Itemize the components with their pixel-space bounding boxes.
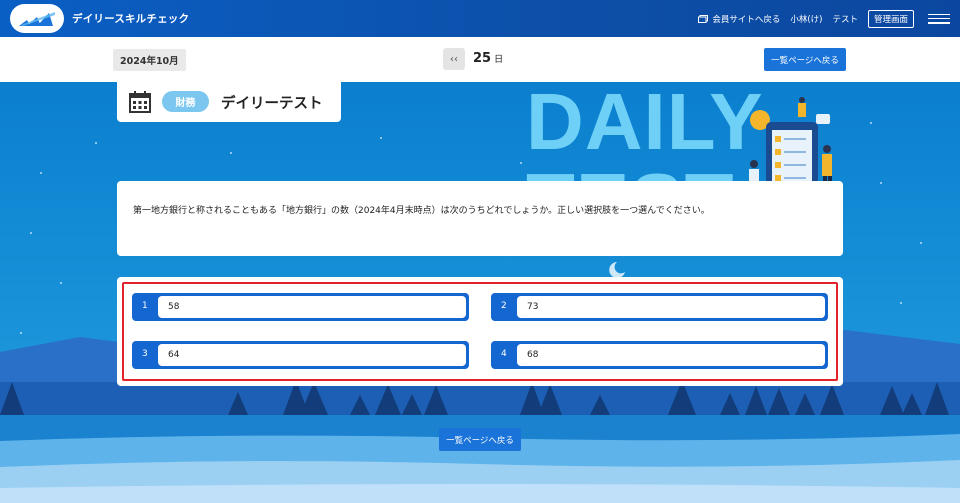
option-value: 58 [158, 296, 466, 318]
day-number: 25 [473, 51, 492, 66]
option-2[interactable]: 2 73 [491, 293, 828, 321]
option-number: 1 [142, 301, 148, 311]
day-unit: 日 [494, 55, 504, 65]
day-display: 25 日 [473, 51, 503, 66]
title-card: 財務 デイリーテスト [117, 82, 341, 122]
page-title: デイリーテスト [221, 96, 323, 112]
test-link[interactable]: テスト [832, 13, 858, 25]
option-1[interactable]: 1 58 [132, 293, 469, 321]
calendar-icon [129, 91, 151, 113]
user-name[interactable]: 小林(け) [790, 13, 822, 25]
month-label: 2024年10月 [113, 49, 186, 71]
app-logo[interactable] [10, 4, 64, 33]
options-panel: 1 58 2 73 3 64 4 68 [117, 277, 843, 386]
admin-button[interactable]: 管理画面 [867, 9, 914, 28]
option-value: 68 [517, 344, 825, 366]
option-value: 64 [158, 344, 466, 366]
app-title: デイリースキルチェック [72, 13, 190, 25]
option-3[interactable]: 3 64 [132, 341, 469, 369]
option-number: 2 [501, 301, 507, 311]
top-header: デイリースキルチェック 会員サイトへ戻る 小林(け) テスト 管理画面 [0, 0, 960, 37]
option-4[interactable]: 4 68 [491, 341, 828, 369]
option-value: 73 [517, 296, 825, 318]
back-to-list-button-bottom[interactable]: 一覧ページへ戻る [439, 428, 521, 451]
prev-day-button[interactable]: ‹‹ [443, 48, 465, 70]
menu-icon[interactable] [928, 13, 950, 24]
member-site-label: 会員サイトへ戻る [712, 14, 781, 25]
category-badge: 財務 [162, 91, 209, 112]
back-to-list-button-top[interactable]: 一覧ページへ戻る [764, 48, 846, 71]
option-number: 3 [142, 349, 148, 359]
chart-logo-icon [19, 11, 55, 26]
member-site-link[interactable]: 会員サイトへ戻る [698, 13, 780, 25]
option-number: 4 [501, 349, 507, 359]
window-icon [698, 14, 709, 23]
question-box: 第一地方銀行と称されることもある「地方銀行」の数（2024年4月末時点）は次のう… [117, 181, 843, 256]
question-text: 第一地方銀行と称されることもある「地方銀行」の数（2024年4月末時点）は次のう… [133, 206, 710, 216]
